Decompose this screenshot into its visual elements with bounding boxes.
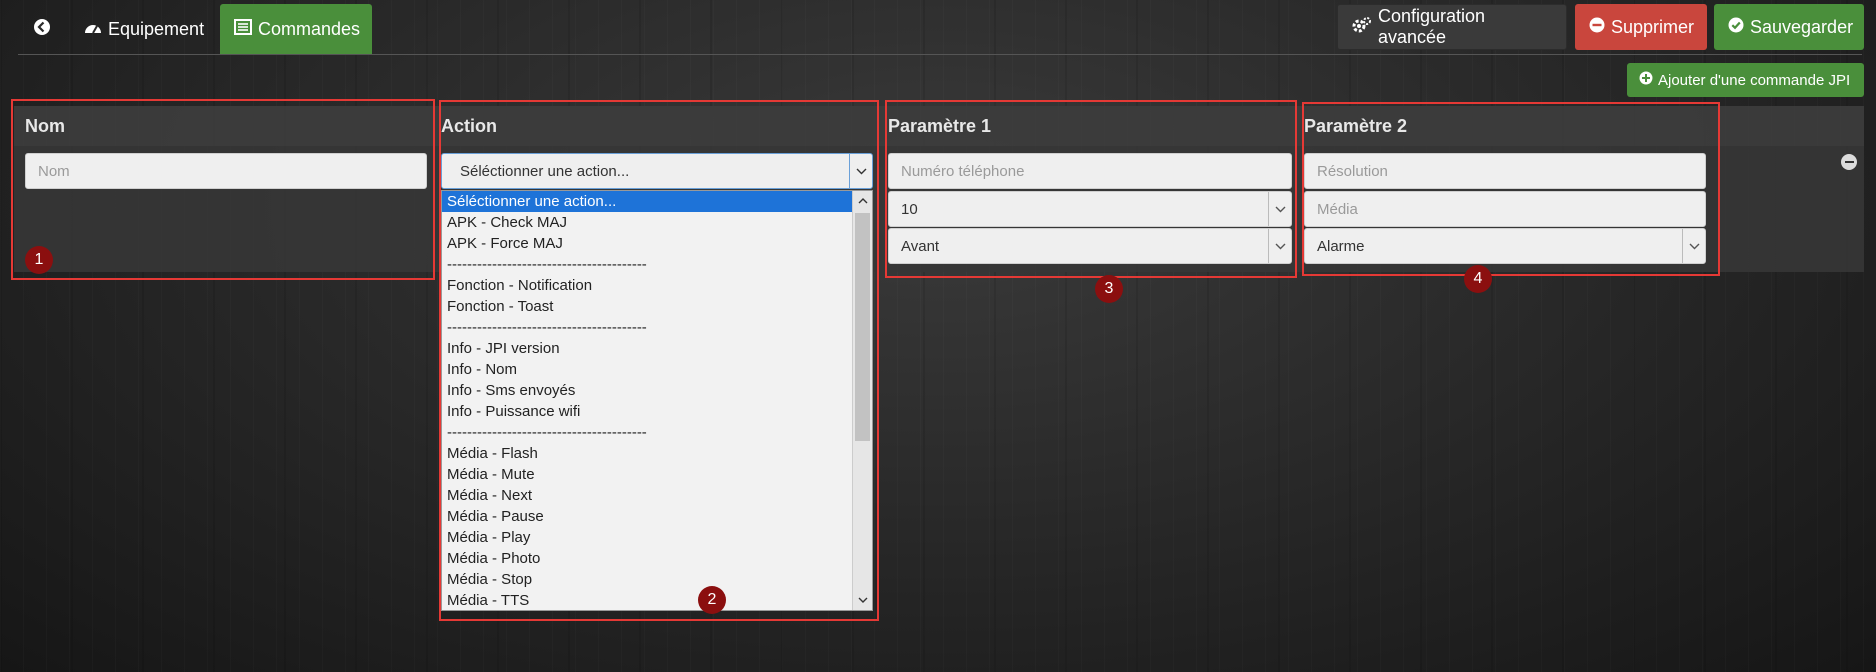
- add-command-button[interactable]: Ajouter d'une commande JPI: [1627, 63, 1864, 97]
- minus-circle-icon: [1589, 17, 1605, 38]
- save-label: Sauvegarder: [1750, 16, 1854, 37]
- annotation-badge-3: 3: [1095, 275, 1123, 303]
- remove-command-icon[interactable]: [1841, 154, 1857, 170]
- dashboard-icon: [84, 19, 102, 40]
- plus-circle-icon: [1639, 71, 1653, 89]
- check-circle-icon: [1728, 17, 1744, 38]
- annotation-badge-4: 4: [1464, 265, 1492, 293]
- tab-commandes-label: Commandes: [258, 18, 361, 39]
- tab-equipement-label: Equipement: [108, 18, 205, 39]
- annotation-box-1: [11, 99, 435, 280]
- advanced-config-label: Configuration avancée: [1378, 6, 1486, 47]
- annotation-box-2: [439, 100, 879, 621]
- tab-equipement[interactable]: Equipement: [70, 4, 218, 54]
- annotation-box-3: [885, 100, 1297, 278]
- arrow-circle-left-icon: [33, 18, 51, 41]
- list-alt-icon: [234, 18, 252, 40]
- tabs-divider: [18, 54, 1862, 55]
- cogs-icon: [1352, 16, 1372, 39]
- annotation-badge-1: 1: [25, 246, 53, 274]
- save-button[interactable]: Sauvegarder: [1714, 4, 1864, 50]
- annotation-box-4: [1302, 102, 1720, 276]
- advanced-config-button[interactable]: Configuration avancée: [1337, 4, 1567, 50]
- annotation-badge-2: 2: [698, 586, 726, 614]
- delete-button[interactable]: Supprimer: [1575, 4, 1707, 50]
- back-button[interactable]: [22, 4, 62, 54]
- delete-label: Supprimer: [1611, 16, 1695, 37]
- tab-commandes[interactable]: Commandes: [220, 4, 372, 54]
- add-command-label: Ajouter d'une commande JPI: [1658, 71, 1851, 89]
